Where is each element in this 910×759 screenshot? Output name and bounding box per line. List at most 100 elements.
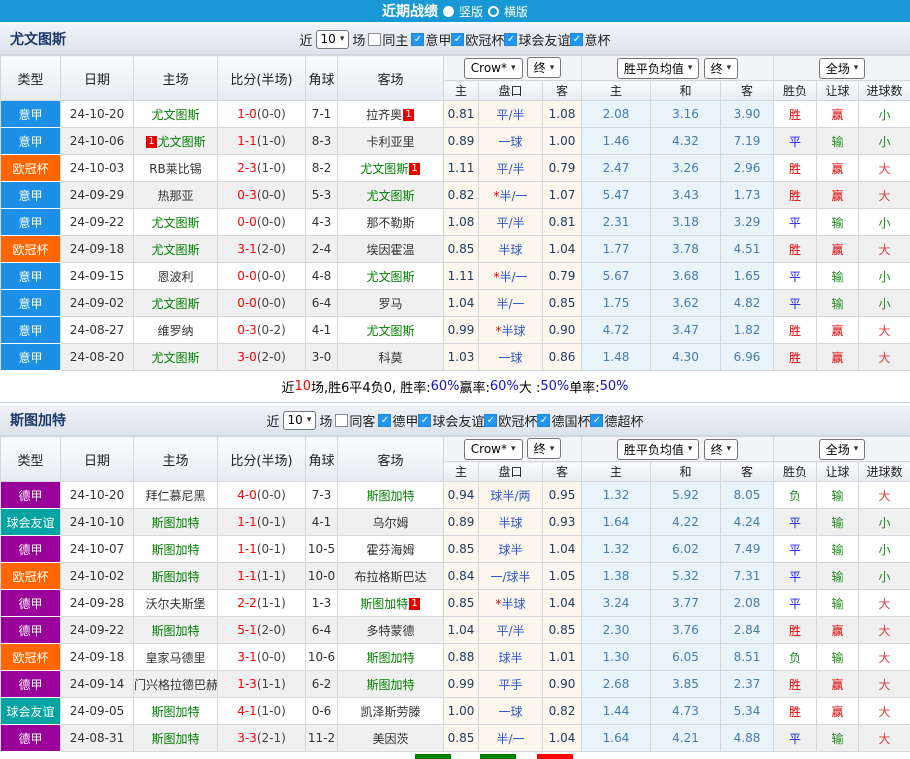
home-team-link[interactable]: 斯图加特 xyxy=(134,509,218,536)
away-team-link[interactable]: 罗马 xyxy=(338,290,444,317)
checkbox-checked-icon[interactable]: ✓ xyxy=(378,414,391,427)
home-team-link[interactable]: 斯图加特 xyxy=(134,698,218,725)
league-filter-label: 球会友谊 xyxy=(518,30,570,49)
checkbox-checked-icon[interactable]: ✓ xyxy=(537,414,550,427)
away-team-link[interactable]: 那不勒斯 xyxy=(338,209,444,236)
away-team-link[interactable]: 斯图加特 xyxy=(338,644,444,671)
home-team-link[interactable]: 拜仁慕尼黑 xyxy=(134,482,218,509)
away-team-link[interactable]: 多特蒙德 xyxy=(338,617,444,644)
match-date: 24-09-18 xyxy=(61,644,134,671)
league-filter-checkbox[interactable]: ✓意甲 xyxy=(411,30,451,49)
home-team-link[interactable]: 门兴格拉德巴赫 xyxy=(134,671,218,698)
fullmatch-select[interactable]: 全场▾ xyxy=(819,439,866,460)
checkbox-checked-icon[interactable]: ✓ xyxy=(418,414,431,427)
same-away-checkbox[interactable]: 同客 xyxy=(335,411,375,430)
match-date: 24-09-22 xyxy=(61,617,134,644)
league-filter-checkbox[interactable]: ✓球会友谊 xyxy=(418,411,484,430)
away-team-link[interactable]: 埃因霍温 xyxy=(338,236,444,263)
checkbox-checked-icon[interactable]: ✓ xyxy=(411,33,424,46)
away-team-link[interactable]: 尤文图斯1 xyxy=(338,155,444,182)
same-home-checkbox[interactable]: 同主 xyxy=(368,30,408,49)
odds-home: 1.03 xyxy=(444,344,479,371)
home-team-link[interactable]: 恩波利 xyxy=(134,263,218,290)
horizontal-layout-label[interactable]: 横版 xyxy=(504,3,528,20)
home-team-link[interactable]: 尤文图斯 xyxy=(134,101,218,128)
score-cell: 3-1(2-0) xyxy=(218,236,306,263)
away-team-link[interactable]: 布拉格斯巴达 xyxy=(338,563,444,590)
avg-draw-odds: 3.43 xyxy=(651,182,721,209)
home-team-link[interactable]: 1尤文图斯 xyxy=(134,128,218,155)
away-team-link[interactable]: 尤文图斯 xyxy=(338,263,444,290)
home-team-link[interactable]: 维罗纳 xyxy=(134,317,218,344)
odds-time-select[interactable]: 终▾ xyxy=(527,57,562,78)
odds-handicap: 球半 xyxy=(479,644,543,671)
avg-time-select[interactable]: 终▾ xyxy=(704,58,739,79)
home-team-link[interactable]: 皇家马德里 xyxy=(134,644,218,671)
away-team-link[interactable]: 拉齐奥1 xyxy=(338,101,444,128)
home-team-link[interactable]: RB莱比锡 xyxy=(134,155,218,182)
result-over-under: 小 xyxy=(859,101,910,128)
away-team-link[interactable]: 尤文图斯 xyxy=(338,182,444,209)
odds-provider-select[interactable]: Crow*▾ xyxy=(464,58,523,79)
vertical-layout-radio-icon[interactable] xyxy=(443,6,454,17)
match-count-select[interactable]: 10▾ xyxy=(283,411,317,430)
home-team-link[interactable]: 尤文图斯 xyxy=(134,236,218,263)
away-team-link[interactable]: 乌尔姆 xyxy=(338,509,444,536)
league-filter-checkbox[interactable]: ✓德国杯 xyxy=(537,411,590,430)
away-team-link[interactable]: 斯图加特 xyxy=(338,482,444,509)
chevron-down-icon: ▾ xyxy=(854,444,859,454)
vertical-layout-label[interactable]: 竖版 xyxy=(459,3,483,20)
result-handicap: 输 xyxy=(817,482,859,509)
away-team-link[interactable]: 凯泽斯劳滕 xyxy=(338,698,444,725)
league-filter-checkbox[interactable]: ✓意杯 xyxy=(570,30,610,49)
home-team-link[interactable]: 热那亚 xyxy=(134,182,218,209)
fullmatch-group-header: 全场▾ xyxy=(774,437,910,462)
home-team-link[interactable]: 尤文图斯 xyxy=(134,209,218,236)
away-team-link[interactable]: 美因茨 xyxy=(338,725,444,752)
odds-time-select[interactable]: 终▾ xyxy=(527,438,562,459)
checkbox-checked-icon[interactable]: ✓ xyxy=(451,33,464,46)
result-win-draw-lose: 平 xyxy=(774,725,817,752)
odds-provider-select[interactable]: Crow*▾ xyxy=(464,439,523,460)
horizontal-layout-radio-icon[interactable] xyxy=(488,6,499,17)
odds-away: 0.86 xyxy=(543,344,582,371)
league-filter-checkbox[interactable]: ✓德甲 xyxy=(378,411,418,430)
corner-count: 10-0 xyxy=(306,563,338,590)
odds-handicap: 一球 xyxy=(479,698,543,725)
home-team-link[interactable]: 尤文图斯 xyxy=(134,290,218,317)
home-team-link[interactable]: 沃尔夫斯堡 xyxy=(134,590,218,617)
checkbox-checked-icon[interactable]: ✓ xyxy=(590,414,603,427)
away-team-link[interactable]: 斯图加特 xyxy=(338,671,444,698)
avg-odds-select[interactable]: 胜平负均值▾ xyxy=(617,58,700,79)
home-team-link[interactable]: 斯图加特 xyxy=(134,536,218,563)
away-team-link[interactable]: 科莫 xyxy=(338,344,444,371)
league-filter-checkbox[interactable]: ✓欧冠杯 xyxy=(451,30,504,49)
league-filter-checkbox[interactable]: ✓球会友谊 xyxy=(504,30,570,49)
odds-home: 0.84 xyxy=(444,563,479,590)
checkbox-checked-icon[interactable]: ✓ xyxy=(570,33,583,46)
match-count-select[interactable]: 10▾ xyxy=(316,30,350,49)
odds-handicap: 球半 xyxy=(479,536,543,563)
home-team-link[interactable]: 斯图加特 xyxy=(134,725,218,752)
away-team-link[interactable]: 斯图加特1 xyxy=(338,590,444,617)
avg-time-select[interactable]: 终▾ xyxy=(704,439,739,460)
league-filter-checkbox[interactable]: ✓欧冠杯 xyxy=(484,411,537,430)
checkbox-checked-icon[interactable]: ✓ xyxy=(504,33,517,46)
checkbox-unchecked-icon[interactable] xyxy=(335,414,348,427)
match-date: 24-10-10 xyxy=(61,509,134,536)
table-row: 意甲 24-09-02 尤文图斯 0-0(0-0) 6-4 罗马 1.04 半/… xyxy=(1,290,910,317)
home-team-link[interactable]: 斯图加特 xyxy=(134,563,218,590)
fullmatch-select[interactable]: 全场▾ xyxy=(819,58,866,79)
checkbox-unchecked-icon[interactable] xyxy=(368,33,381,46)
avg-odds-select[interactable]: 胜平负均值▾ xyxy=(617,439,700,460)
away-team-link[interactable]: 尤文图斯 xyxy=(338,317,444,344)
table-row: 意甲 24-10-20 尤文图斯 1-0(0-0) 7-1 拉齐奥1 0.81 … xyxy=(1,101,910,128)
home-team-link[interactable]: 尤文图斯 xyxy=(134,344,218,371)
home-team-link[interactable]: 斯图加特 xyxy=(134,617,218,644)
checkbox-checked-icon[interactable]: ✓ xyxy=(484,414,497,427)
away-team-link[interactable]: 卡利亚里 xyxy=(338,128,444,155)
league-filter-checkbox[interactable]: ✓德超杯 xyxy=(590,411,643,430)
score-cell: 2-2(1-1) xyxy=(218,590,306,617)
match-date: 24-09-18 xyxy=(61,236,134,263)
away-team-link[interactable]: 霍芬海姆 xyxy=(338,536,444,563)
